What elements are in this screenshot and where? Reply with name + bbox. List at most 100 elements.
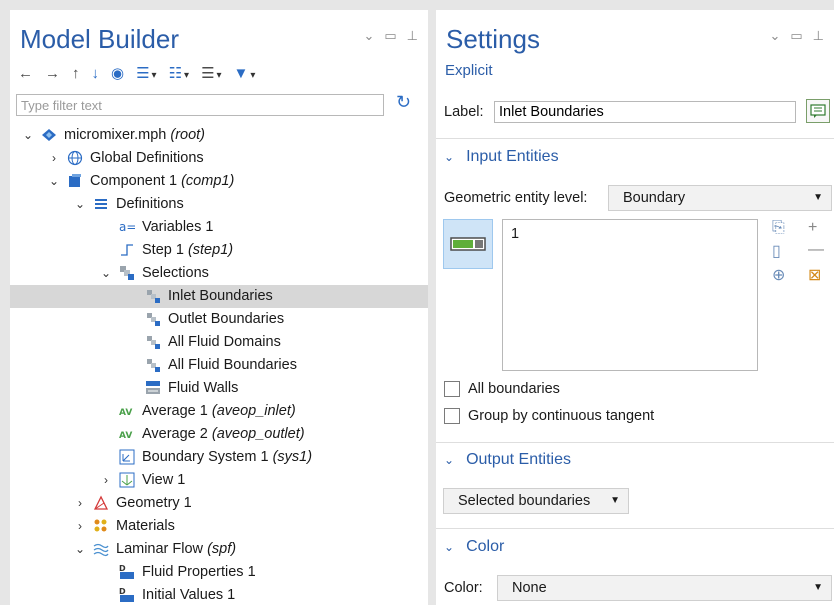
tree-item-label: Selections [142, 265, 209, 281]
up-arrow-icon[interactable]: ↑ [72, 65, 80, 82]
all-boundaries-label: All boundaries [468, 381, 560, 397]
chevron-down-icon[interactable]: ⌄ [74, 193, 86, 216]
section-divider [436, 138, 834, 139]
chevron-down-icon[interactable]: ⌄ [48, 170, 60, 193]
tree-item-label: Outlet Boundaries [168, 311, 285, 327]
chevron-down-icon: ⌄ [444, 540, 455, 554]
chevron-right-icon[interactable]: › [100, 469, 112, 492]
variables-icon: a= [118, 218, 136, 236]
tree-item[interactable]: a= Variables 1 [10, 216, 428, 239]
tree-item[interactable]: › Global Definitions [10, 147, 428, 170]
chevron-down-icon[interactable]: ⌄ [363, 28, 374, 44]
tree-item-label: Inlet Boundaries [168, 288, 273, 304]
chevron-down-icon[interactable]: ⌄ [100, 262, 112, 285]
boundary-system-icon [118, 448, 136, 466]
tree-item[interactable]: Outlet Boundaries [10, 308, 428, 331]
tree-item-label: Average 1 (aveop_inlet) [142, 403, 296, 419]
chevron-down-icon[interactable]: ⌄ [22, 124, 34, 147]
color-label: Color: [444, 580, 483, 596]
selection-toggle-button[interactable] [443, 219, 493, 269]
refresh-icon[interactable]: ↻ [396, 92, 411, 113]
tree-item-label: Definitions [116, 196, 184, 212]
dropdown-arrow-icon: ▼ [610, 495, 620, 506]
list-view-icon[interactable]: ☰ [201, 64, 221, 82]
clear-selection-icon[interactable]: ⊠ [808, 265, 832, 285]
globe-icon [66, 149, 84, 167]
all-boundaries-checkbox[interactable] [444, 381, 460, 397]
tree-item[interactable]: D Fluid Properties 1 [10, 561, 428, 584]
geom-level-label: Geometric entity level: [444, 190, 588, 206]
input-entities-header[interactable]: ⌄ Input Entities [444, 148, 559, 166]
tree-item-tag: (sys1) [272, 449, 313, 465]
tree-item[interactable]: ⌄ Definitions [10, 193, 428, 216]
tree-item[interactable]: AV Average 1 (aveop_inlet) [10, 400, 428, 423]
pin-icon[interactable]: ⊥ [407, 28, 418, 44]
chevron-down-icon[interactable]: ⌄ [769, 28, 780, 44]
expand-all-icon[interactable]: ☷ [169, 64, 189, 82]
minimize-icon[interactable]: ▭ [384, 28, 396, 44]
paste-icon[interactable]: ▯ [772, 241, 796, 261]
back-arrow-icon[interactable]: ← [18, 65, 33, 82]
label-input[interactable] [494, 101, 796, 123]
all-boundaries-checkbox-row[interactable]: All boundaries [444, 381, 560, 397]
tree-item-label: Average 2 (aveop_outlet) [142, 426, 305, 442]
minimize-icon[interactable]: ▭ [790, 28, 802, 44]
tree-item-tag: (comp1) [181, 173, 235, 189]
chevron-down-icon[interactable]: ⌄ [74, 538, 86, 561]
group-tangent-checkbox[interactable] [444, 408, 460, 424]
tree-item[interactable]: › Materials [10, 515, 428, 538]
geom-level-select[interactable]: Boundary ▼ [608, 185, 832, 211]
section-divider [436, 528, 834, 529]
tree-item[interactable]: ⌄ micromixer.mph (root) [10, 124, 428, 147]
chevron-right-icon[interactable]: › [48, 147, 60, 170]
dropdown-arrow-icon: ▼ [813, 582, 823, 593]
tree-filter-icon[interactable]: ▼ [234, 65, 256, 82]
filter-input[interactable] [16, 94, 384, 116]
svg-text:AV: AV [119, 431, 132, 441]
copy-icon[interactable]: ⎘ [772, 219, 796, 237]
color-header[interactable]: ⌄ Color [444, 538, 504, 556]
selection-list-item[interactable]: 1 [511, 226, 749, 242]
settings-pane: Settings Explicit ⌄ ▭ ⊥ Label: ⌄Input En… [436, 10, 834, 605]
chevron-right-icon[interactable]: › [74, 515, 86, 538]
tree-item[interactable]: › View 1 [10, 469, 428, 492]
selection-icon [144, 356, 162, 374]
tree-item[interactable]: D Initial Values 1 [10, 584, 428, 605]
tree-item[interactable]: Boundary System 1 (sys1) [10, 446, 428, 469]
selection-list[interactable]: 1 [502, 219, 758, 371]
tree-item-label: Boundary System 1 (sys1) [142, 449, 313, 465]
remove-icon[interactable]: — [808, 241, 832, 261]
model-tree: ⌄ micromixer.mph (root) › Global Definition… [10, 124, 428, 605]
tree-item-label: Materials [116, 518, 175, 534]
tree-item[interactable]: ⌄ Selections [10, 262, 428, 285]
tree-item[interactable]: All Fluid Boundaries [10, 354, 428, 377]
tree-item[interactable]: Step 1 (step1) [10, 239, 428, 262]
model-builder-toolbar: ← → ↑ ↓ ◉ ☰ ☷ ☰ ▼ [18, 64, 256, 83]
group-tangent-checkbox-row[interactable]: Group by continuous tangent [444, 408, 654, 424]
chevron-right-icon[interactable]: › [74, 492, 86, 515]
output-entities-header[interactable]: ⌄ Output Entities [444, 451, 571, 469]
tree-item[interactable]: Fluid Walls [10, 377, 428, 400]
output-entities-select[interactable]: Selected boundaries ▼ [443, 488, 629, 514]
tree-item[interactable]: › Geometry 1 [10, 492, 428, 515]
forward-arrow-icon[interactable]: → [45, 65, 60, 82]
zoom-to-selection-icon[interactable]: ⊕ [772, 265, 796, 285]
settings-subtitle: Explicit [445, 62, 493, 79]
definitions-list-icon [92, 195, 110, 213]
collapse-all-icon[interactable]: ☰ [136, 64, 156, 82]
color-select[interactable]: None ▼ [497, 575, 832, 601]
tree-item[interactable]: ⌄ Component 1 (comp1) [10, 170, 428, 193]
pin-icon[interactable]: ⊥ [813, 28, 824, 44]
laminar-flow-icon [92, 540, 110, 558]
geometry-icon [92, 494, 110, 512]
tree-item[interactable]: All Fluid Domains [10, 331, 428, 354]
window-controls: ⌄ ▭ ⊥ [363, 28, 418, 44]
tree-item[interactable]: Inlet Boundaries [10, 285, 428, 308]
root-diamond-icon [40, 126, 58, 144]
tree-item[interactable]: AV Average 2 (aveop_outlet) [10, 423, 428, 446]
add-icon[interactable]: + [808, 219, 832, 237]
down-arrow-icon[interactable]: ↓ [92, 65, 100, 82]
tree-item[interactable]: ⌄ Laminar Flow (spf) [10, 538, 428, 561]
label-link-button[interactable] [806, 99, 830, 123]
show-icon[interactable]: ◉ [111, 64, 124, 82]
